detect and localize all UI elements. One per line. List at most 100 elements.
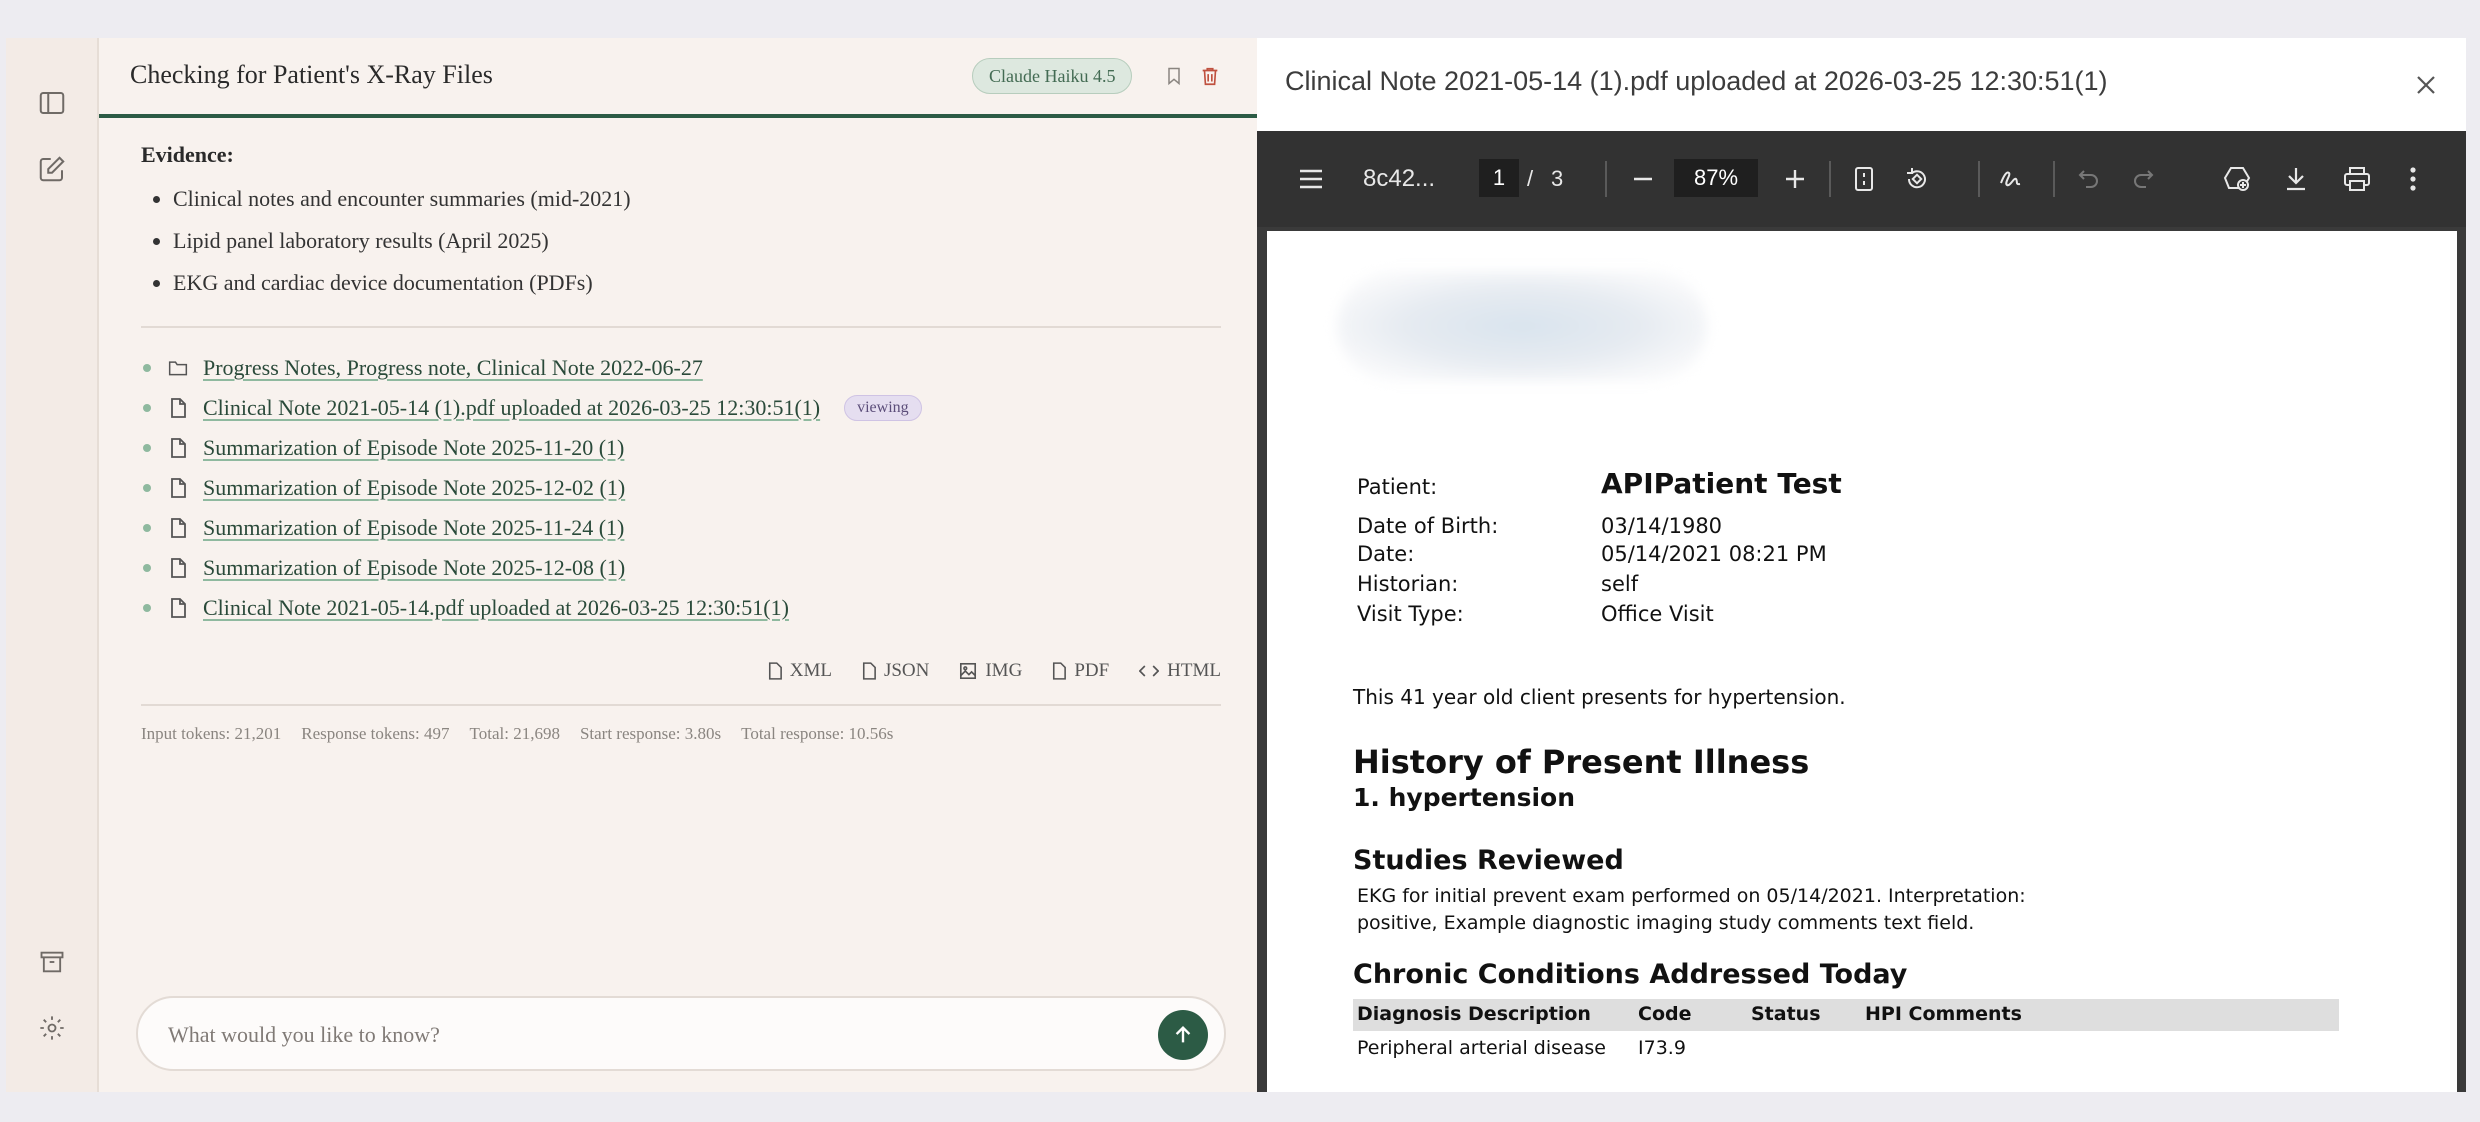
delete-icon[interactable]	[1196, 62, 1224, 90]
archive-icon[interactable]	[32, 942, 72, 982]
toolbar-divider	[2053, 161, 2055, 197]
export-html-button[interactable]: HTML	[1139, 660, 1221, 682]
bullet-dot	[143, 604, 151, 612]
document-list: Progress Notes, Progress note, Clinical …	[141, 348, 1221, 628]
chronic-heading: Chronic Conditions Addressed Today	[1353, 959, 1908, 990]
column-header: Code	[1638, 1003, 1692, 1025]
zoom-in-icon[interactable]	[1781, 161, 1809, 197]
column-header: Status	[1751, 1003, 1821, 1025]
historian-value: self	[1601, 572, 1639, 596]
viewing-badge: viewing	[844, 395, 922, 421]
viewer-header: Clinical Note 2021-05-14 (1).pdf uploade…	[1257, 38, 2466, 131]
bookmark-icon[interactable]	[1160, 62, 1188, 90]
file-icon	[768, 662, 782, 680]
studies-line: positive, Example diagnostic imaging stu…	[1357, 912, 1975, 934]
sidebar-toggle-icon[interactable]	[32, 83, 72, 123]
viewer-title: Clinical Note 2021-05-14 (1).pdf uploade…	[1285, 66, 2108, 96]
document-item: Progress Notes, Progress note, Clinical …	[141, 348, 1221, 388]
pdf-page: Patient: APIPatient Test Date of Birth: …	[1267, 231, 2457, 1092]
document-link[interactable]: Summarization of Episode Note 2025-12-08…	[203, 555, 625, 581]
rotate-icon[interactable]	[1902, 161, 1932, 197]
settings-gear-icon[interactable]	[32, 1008, 72, 1048]
fit-page-icon[interactable]	[1849, 161, 1879, 197]
file-icon	[167, 517, 189, 539]
bullet-dot	[143, 564, 151, 572]
table-cell: I73.9	[1638, 1037, 1686, 1059]
screen: Checking for Patient's X-Ray Files Claud…	[0, 0, 2480, 1122]
export-xml-button[interactable]: XML	[768, 660, 832, 682]
presentation-sentence: This 41 year old client presents for hyp…	[1353, 685, 1846, 709]
document-link[interactable]: Clinical Note 2021-05-14.pdf uploaded at…	[203, 595, 789, 621]
pdf-viewer: 8c42... 1 / 3 87% Patient: APIPatient Te…	[1257, 131, 2466, 1092]
download-icon[interactable]	[2281, 161, 2311, 197]
chat-title: Checking for Patient's X-Ray Files	[130, 60, 493, 89]
arrow-up-icon	[1175, 1025, 1191, 1043]
pdf-doc-name: 8c42...	[1363, 165, 1436, 192]
evidence-list: Clinical notes and encounter summaries (…	[141, 182, 1221, 308]
redo-icon[interactable]	[2129, 161, 2157, 197]
export-json-button[interactable]: JSON	[862, 660, 929, 682]
file-icon	[1053, 662, 1067, 680]
undo-icon[interactable]	[2075, 161, 2103, 197]
export-label: HTML	[1167, 660, 1221, 681]
bullet-dot	[143, 404, 151, 412]
save-to-drive-icon[interactable]	[2219, 161, 2253, 197]
chat-input[interactable]	[168, 1016, 1128, 1054]
start-response: Start response: 3.80s	[579, 724, 722, 743]
pdf-toolbar: 8c42... 1 / 3 87%	[1257, 131, 2466, 227]
toolbar-divider	[1978, 161, 1980, 197]
studies-line: EKG for initial prevent exam performed o…	[1357, 885, 2026, 907]
image-icon	[960, 662, 977, 680]
toolbar-divider	[1605, 161, 1607, 197]
menu-icon[interactable]	[1295, 161, 1327, 197]
page-number-input[interactable]: 1	[1479, 159, 1519, 197]
document-link[interactable]: Summarization of Episode Note 2025-11-24…	[203, 515, 624, 541]
send-button[interactable]	[1158, 1010, 1208, 1060]
document-item: Summarization of Episode Note 2025-11-24…	[141, 508, 1221, 548]
document-item: Summarization of Episode Note 2025-12-02…	[141, 468, 1221, 508]
document-item: Clinical Note 2021-05-14.pdf uploaded at…	[141, 588, 1221, 628]
file-icon	[167, 597, 189, 619]
patient-label: Patient:	[1357, 475, 1438, 499]
draw-icon[interactable]	[1997, 161, 2027, 197]
close-button[interactable]	[2409, 68, 2443, 102]
export-label: XML	[789, 660, 832, 681]
bullet-dot	[143, 524, 151, 532]
document-link[interactable]: Summarization of Episode Note 2025-11-20…	[203, 435, 624, 461]
visit-type-label: Visit Type:	[1357, 602, 1464, 626]
divider	[141, 704, 1221, 706]
page-total: 3	[1551, 166, 1564, 191]
zoom-out-icon[interactable]	[1629, 161, 1657, 197]
total-response: Total response: 10.56s	[741, 724, 894, 743]
dob-value: 03/14/1980	[1601, 514, 1723, 538]
evidence-item: EKG and cardiac device documentation (PD…	[141, 266, 1221, 308]
file-icon	[167, 477, 189, 499]
export-pdf-button[interactable]: PDF	[1052, 660, 1109, 682]
close-icon	[2417, 76, 2435, 94]
more-options-icon[interactable]	[2403, 161, 2423, 197]
zoom-level[interactable]: 87%	[1674, 159, 1758, 197]
export-label: JSON	[883, 660, 930, 681]
document-link[interactable]: Clinical Note 2021-05-14 (1).pdf uploade…	[203, 395, 820, 421]
toolbar-divider	[1829, 161, 1831, 197]
model-badge[interactable]: Claude Haiku 4.5	[972, 58, 1133, 94]
document-item: Summarization of Episode Note 2025-11-20…	[141, 428, 1221, 468]
token-stats: Input tokens: 21,201 Response tokens: 49…	[141, 724, 1221, 744]
patient-name: APIPatient Test	[1601, 467, 1842, 500]
chat-input-box	[136, 996, 1226, 1071]
evidence-item: Clinical notes and encounter summaries (…	[141, 182, 1221, 224]
historian-label: Historian:	[1357, 572, 1459, 596]
document-link[interactable]: Summarization of Episode Note 2025-12-02…	[203, 475, 625, 501]
hpi-heading: History of Present Illness	[1353, 743, 1810, 781]
export-img-button[interactable]: IMG	[959, 660, 1022, 682]
print-icon[interactable]	[2341, 161, 2373, 197]
date-value: 05/14/2021 08:21 PM	[1601, 542, 1827, 566]
new-chat-icon[interactable]	[32, 149, 72, 189]
hpi-item: 1. hypertension	[1353, 783, 1575, 812]
evidence-heading: Evidence:	[141, 142, 234, 167]
page-separator: /	[1527, 166, 1534, 191]
app-window: Checking for Patient's X-Ray Files Claud…	[6, 38, 2466, 1092]
document-link[interactable]: Progress Notes, Progress note, Clinical …	[203, 355, 703, 381]
dob-label: Date of Birth:	[1357, 514, 1499, 538]
column-header: HPI Comments	[1865, 1003, 2022, 1025]
